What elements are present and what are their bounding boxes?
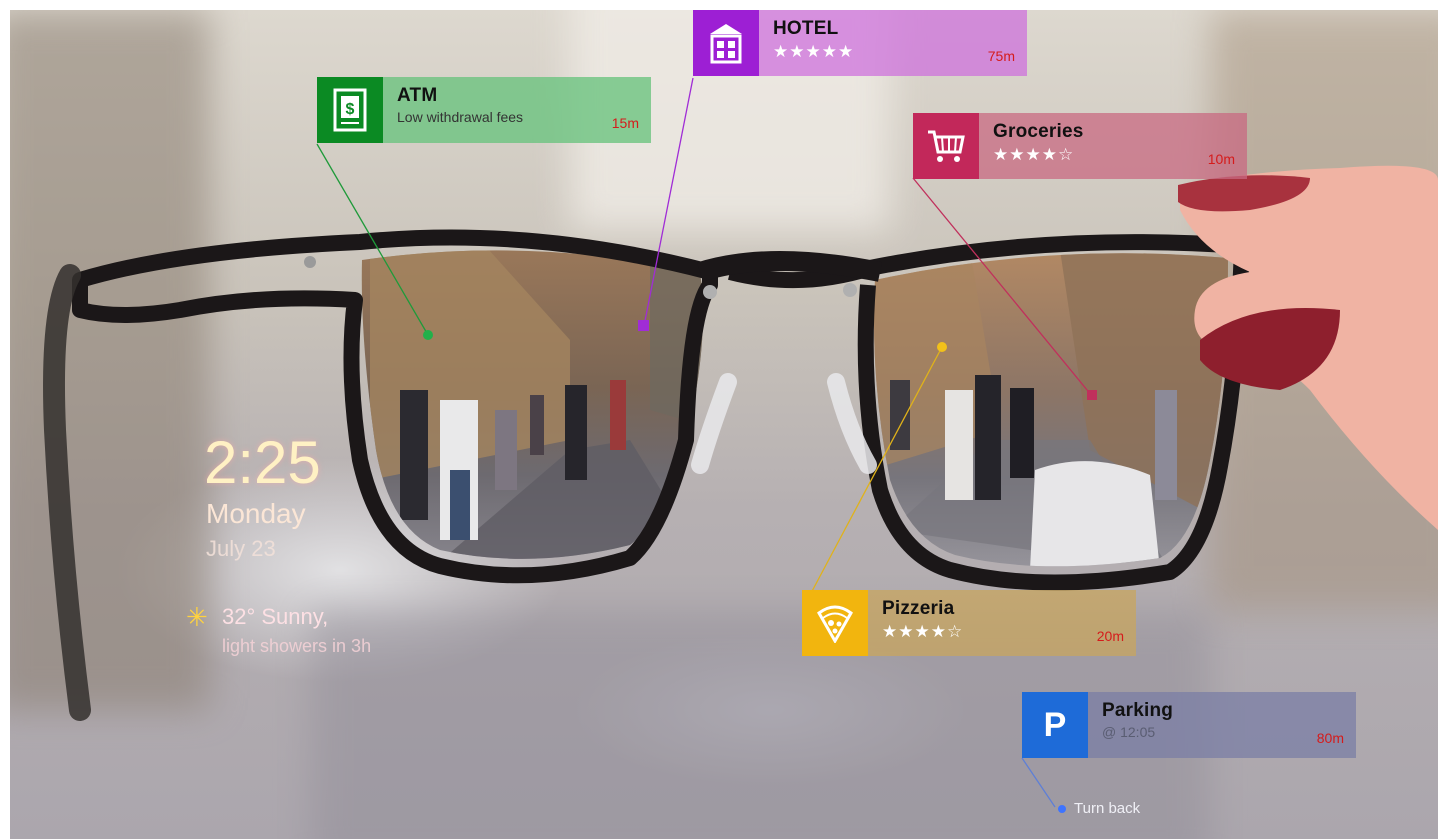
shopping-cart-icon bbox=[913, 113, 979, 179]
atm-title: ATM bbox=[397, 85, 438, 106]
pizzeria-title: Pizzeria bbox=[882, 598, 955, 619]
hotel-rating: ★★★★★ bbox=[773, 42, 855, 61]
pizza-icon bbox=[802, 590, 868, 656]
parking-subtitle: @ 12:05 bbox=[1102, 724, 1156, 740]
parking-icon: P bbox=[1022, 692, 1088, 758]
pizzeria-distance: 20m bbox=[1096, 628, 1124, 644]
pizzeria-card[interactable]: Pizzeria ★★★★☆ 20m bbox=[802, 590, 1136, 656]
temple-arm-left bbox=[43, 264, 91, 721]
hotel-title: HOTEL bbox=[773, 18, 839, 39]
hotel-card[interactable]: HOTEL ★★★★★ 75m bbox=[693, 10, 1027, 76]
atm-subtitle: Low withdrawal fees bbox=[397, 109, 524, 125]
groceries-distance: 10m bbox=[1207, 151, 1235, 167]
hud-forecast: light showers in 3h bbox=[222, 636, 372, 656]
pizzeria-rating: ★★★★☆ bbox=[882, 622, 964, 641]
hotel-distance: 75m bbox=[987, 48, 1015, 64]
left-lens-view bbox=[361, 250, 703, 559]
parking-distance: 80m bbox=[1316, 730, 1344, 746]
hud-day: Monday bbox=[206, 498, 306, 529]
atm-icon: $ bbox=[317, 77, 383, 143]
sun-icon: ✳ bbox=[186, 602, 208, 632]
groceries-rating: ★★★★☆ bbox=[993, 145, 1075, 164]
svg-text:$: $ bbox=[346, 101, 355, 118]
groceries-title: Groceries bbox=[993, 121, 1084, 142]
right-lens-view bbox=[874, 253, 1228, 567]
parking-title: Parking bbox=[1102, 700, 1174, 721]
hotel-icon bbox=[693, 10, 759, 76]
navigation-instruction: Turn back bbox=[1074, 800, 1141, 817]
parking-card[interactable]: P Parking @ 12:05 80m bbox=[1022, 692, 1356, 758]
hud-temperature: 32° Sunny, bbox=[222, 604, 329, 629]
groceries-card[interactable]: Groceries ★★★★☆ 10m bbox=[913, 113, 1247, 179]
ar-glasses-scene: $ ATM Low withdrawal fees 15m HOTEL ★★★★… bbox=[10, 10, 1438, 839]
parking-icon-letter: P bbox=[1043, 705, 1067, 744]
atm-distance: 15m bbox=[611, 115, 639, 131]
hud-time: 2:25 bbox=[204, 429, 321, 496]
atm-card[interactable]: $ ATM Low withdrawal fees 15m bbox=[317, 77, 651, 143]
hud-date: July 23 bbox=[206, 536, 276, 561]
